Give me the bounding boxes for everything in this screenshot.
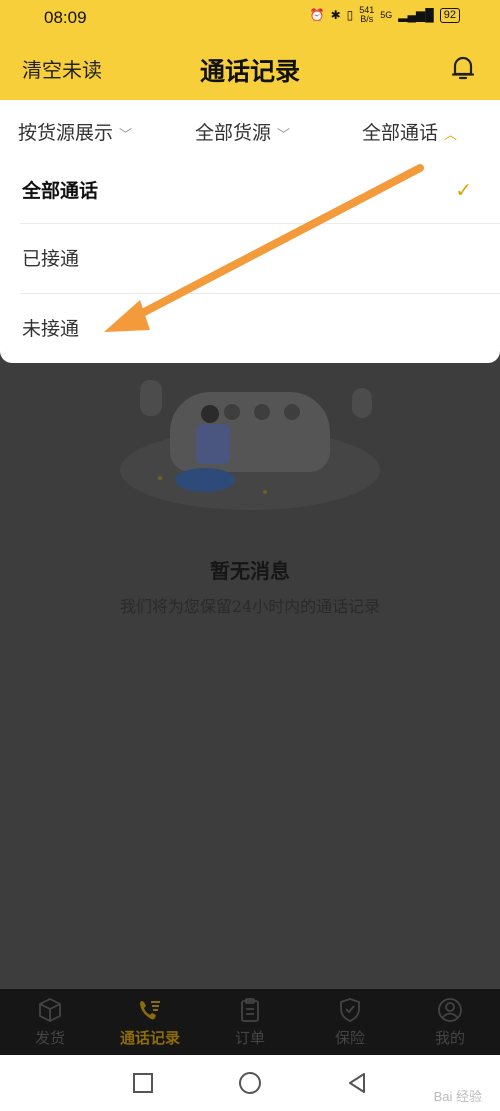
phone-list-icon <box>140 1001 160 1020</box>
check-icon: ✓ <box>455 178 472 202</box>
system-nav-bar: Bai 经验 <box>0 1055 500 1111</box>
status-time: 08:09 <box>44 8 87 27</box>
filter-bar: 按货源展示 ﹀ 全部货源 ﹀ 全部通话 ︿ <box>0 100 500 162</box>
option-label: 全部通话 <box>22 180 99 202</box>
user-icon <box>438 998 462 1022</box>
filter-label: 全部货源 <box>195 122 272 144</box>
bell-icon[interactable] <box>448 52 478 82</box>
filter-by-source[interactable]: 按货源展示 ﹀ <box>18 118 132 145</box>
tab-label: 保险 <box>334 1029 365 1047</box>
tab-label: 发货 <box>34 1029 65 1047</box>
status-bar: 08:09 ⏰ ✱ ▯ 541 B/s 5G ▂▄▆█ 92 <box>0 0 500 34</box>
tab-insurance[interactable]: 保险 <box>300 989 400 1055</box>
option-label: 未接通 <box>22 318 80 340</box>
tab-label: 订单 <box>234 1029 265 1047</box>
option-label: 已接通 <box>22 248 80 270</box>
empty-state-subtitle: 我们将为您保留24小时内的通话记录 <box>119 597 381 616</box>
battery-indicator: 92 <box>439 7 460 23</box>
clipboard-icon <box>241 998 259 1022</box>
tab-label: 通话记录 <box>119 1029 180 1047</box>
dropdown-option-all-calls[interactable]: 全部通话 ✓ <box>0 156 500 224</box>
dropdown-option-not-connected[interactable]: 未接通 <box>0 294 500 362</box>
call-filter-dropdown: 全部通话 ✓ 已接通 未接通 <box>0 156 500 363</box>
tab-ship[interactable]: 发货 <box>0 989 100 1055</box>
circle-icon[interactable] <box>237 1070 263 1096</box>
app-header: 清空未读 通话记录 <box>0 34 500 100</box>
chevron-up-icon: ︿ <box>444 128 458 143</box>
back-triangle-icon[interactable] <box>344 1070 370 1096</box>
bluetooth-icon: ✱ <box>330 8 341 22</box>
signal-icon: ▂▄▆█ <box>398 8 434 22</box>
tab-label: 我的 <box>434 1029 465 1047</box>
filter-label: 按货源展示 <box>18 122 114 144</box>
filter-all-calls[interactable]: 全部通话 ︿ <box>362 118 457 145</box>
empty-state-title: 暂无消息 <box>210 559 290 583</box>
bottom-tab-bar: 发货 通话记录 订单 保险 我的 <box>0 989 500 1055</box>
box-icon <box>39 997 61 1023</box>
vibrate-icon: ▯ <box>346 8 354 22</box>
status-icons: ⏰ ✱ ▯ 541 B/s 5G ▂▄▆█ 92 <box>310 6 460 24</box>
tab-mine[interactable]: 我的 <box>400 989 500 1055</box>
chevron-down-icon: ﹀ <box>277 128 291 143</box>
alarm-icon: ⏰ <box>309 8 325 22</box>
clear-unread-button[interactable]: 清空未读 <box>22 54 102 83</box>
dropdown-option-connected[interactable]: 已接通 <box>0 224 500 292</box>
network-type: 5G <box>380 10 393 20</box>
chevron-down-icon: ﹀ <box>119 128 133 143</box>
filter-label: 全部通话 <box>362 122 439 144</box>
tab-call-log[interactable]: 通话记录 <box>100 989 200 1055</box>
net-speed: 541 B/s <box>359 5 375 24</box>
shield-check-icon <box>340 998 360 1022</box>
watermark: Bai 经验 <box>433 1089 482 1104</box>
square-icon[interactable] <box>130 1070 156 1096</box>
tab-orders[interactable]: 订单 <box>200 989 300 1055</box>
filter-all-sources[interactable]: 全部货源 ﹀ <box>195 118 290 145</box>
